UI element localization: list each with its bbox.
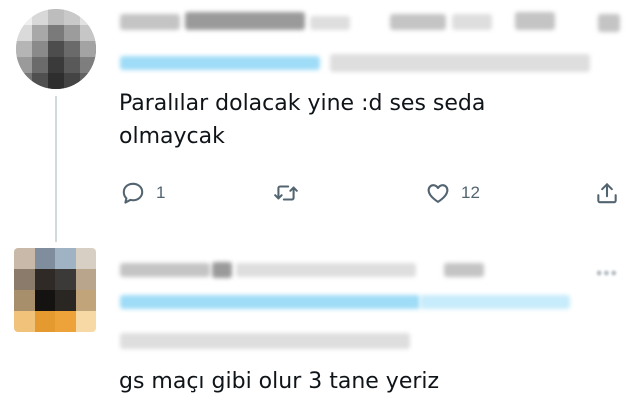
heart-icon [425, 180, 451, 206]
share-icon [594, 180, 620, 206]
avatar[interactable] [14, 248, 96, 332]
thread-connector-line [55, 96, 57, 242]
more-options-blurred[interactable]: ••• [596, 263, 618, 284]
tweet-text: Paralılar dolacak yine :d ses seda olmay… [119, 87, 485, 153]
reply-thread: Paralılar dolacak yine :d ses seda olmay… [0, 0, 640, 417]
retweet-button[interactable] [273, 178, 299, 208]
tweet-text-line: gs maçı gibi olur 3 tane yeriz [119, 369, 440, 394]
retweet-icon [273, 180, 299, 206]
tweet-text-line: Paralılar dolacak yine :d ses seda [119, 91, 486, 116]
reply-count: 1 [156, 183, 166, 202]
tweet-text: gs maçı gibi olur 3 tane yeriz [119, 365, 439, 398]
avatar[interactable] [16, 9, 96, 89]
like-button[interactable]: 12 [425, 178, 480, 208]
like-count: 12 [461, 183, 480, 202]
reply-button[interactable]: 1 [120, 178, 165, 208]
reply-icon [120, 180, 146, 206]
tweet-text-line: olmaycak [119, 124, 225, 149]
share-button[interactable] [594, 178, 620, 208]
